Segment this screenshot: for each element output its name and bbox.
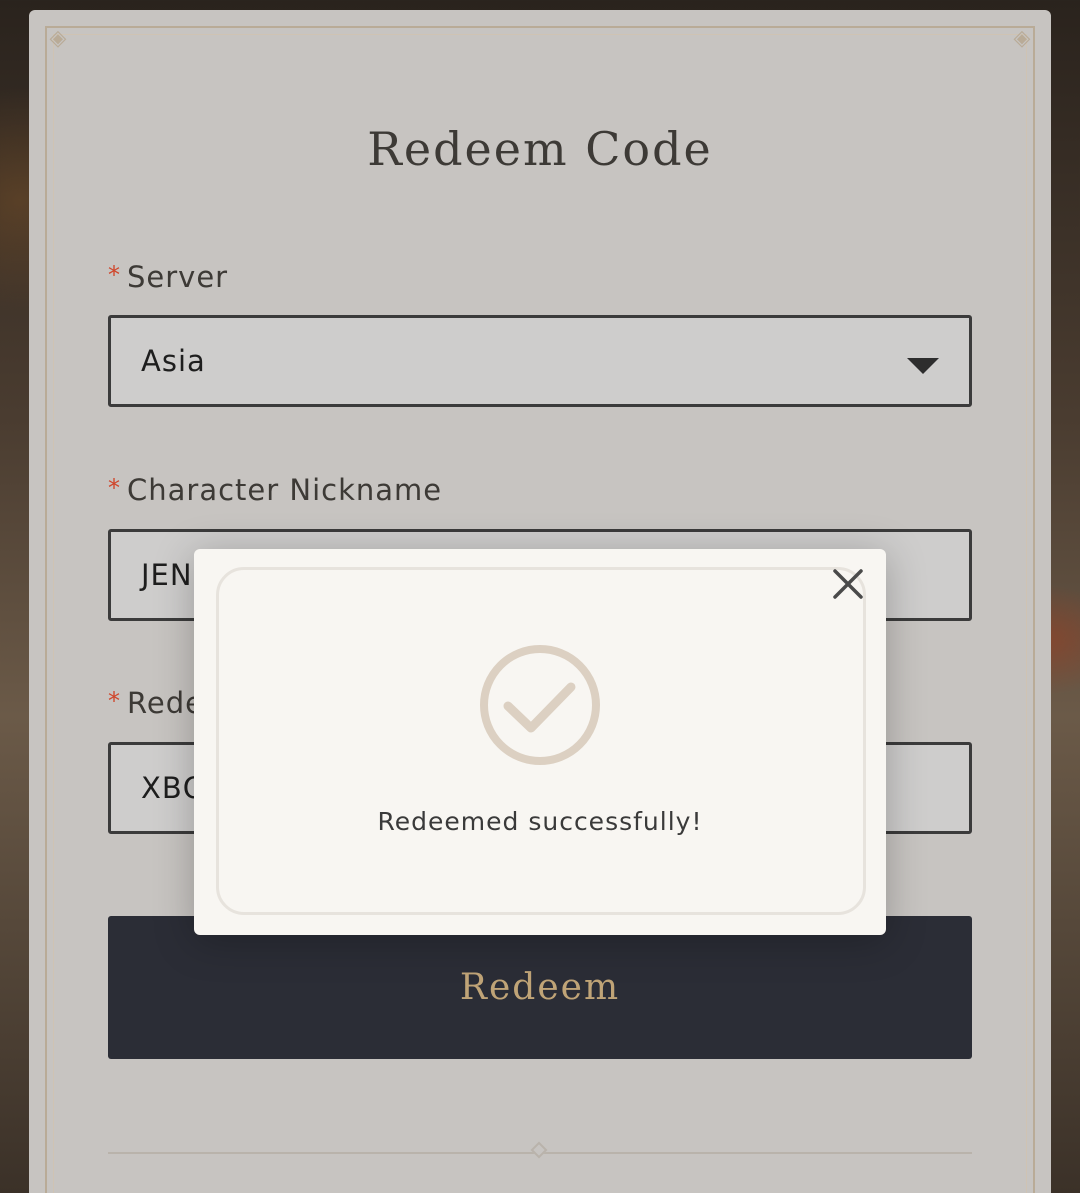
required-marker: * bbox=[108, 687, 121, 715]
code-label-text: Rede bbox=[127, 686, 204, 720]
success-message: Redeemed successfully! bbox=[377, 807, 703, 836]
required-marker: * bbox=[108, 261, 121, 289]
caret-down-icon bbox=[907, 358, 939, 374]
nickname-label-text: Character Nickname bbox=[127, 473, 443, 507]
server-label-text: Server bbox=[127, 260, 229, 294]
redeem-button[interactable]: Redeem bbox=[108, 916, 972, 1059]
nickname-input-value: JEN bbox=[141, 558, 193, 592]
server-select-value: Asia bbox=[141, 344, 206, 378]
corner-ornament-icon: ◈ bbox=[49, 26, 67, 51]
nickname-label: * Character Nickname bbox=[108, 473, 442, 507]
corner-ornament-icon: ◈ bbox=[1013, 26, 1031, 51]
server-label: * Server bbox=[108, 260, 228, 294]
check-circle-icon bbox=[480, 645, 600, 765]
required-marker: * bbox=[108, 474, 121, 502]
page-title: Redeem Code bbox=[367, 122, 713, 176]
server-select[interactable]: Asia bbox=[108, 315, 972, 407]
close-icon[interactable] bbox=[830, 566, 866, 602]
code-label: * Rede bbox=[108, 686, 204, 720]
success-dialog: Redeemed successfully! bbox=[194, 549, 886, 935]
divider-ornament-icon bbox=[530, 1141, 548, 1159]
